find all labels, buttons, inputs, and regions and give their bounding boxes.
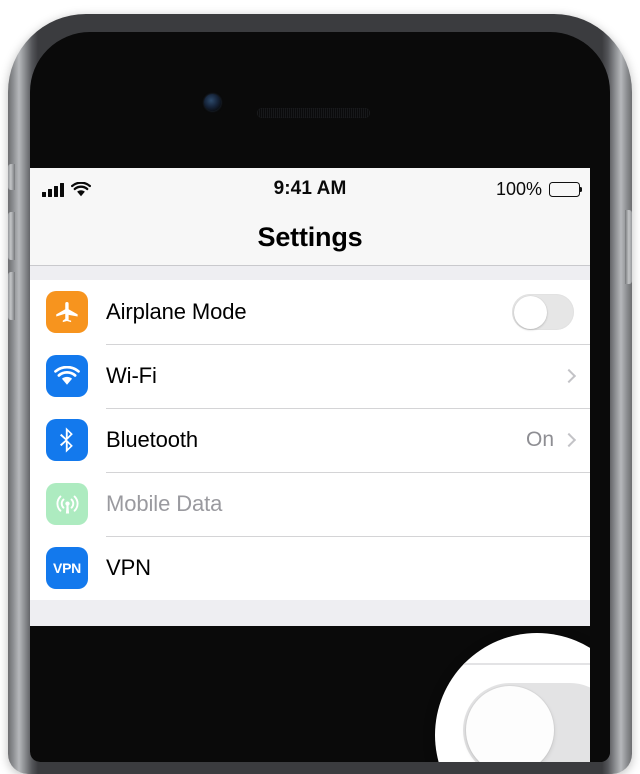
- bluetooth-status-value: On: [525, 428, 554, 451]
- settings-row-wifi[interactable]: Wi-Fi: [30, 344, 590, 408]
- iphone-device-frame: 9:41 AM 100% Settings Airplane Mode Wi-F…: [8, 14, 632, 774]
- settings-row-label: Bluetooth: [106, 427, 199, 452]
- chevron-right-icon: [561, 368, 577, 384]
- airplane-mode-toggle[interactable]: [512, 294, 574, 330]
- settings-group-connectivity: Airplane Mode Wi-Fi Bluetooth On Mobile …: [30, 280, 590, 600]
- magnified-toggle-knob: [466, 686, 554, 762]
- list-top-gap: [30, 266, 590, 280]
- settings-row-bluetooth[interactable]: Bluetooth On: [30, 408, 590, 472]
- settings-row-accessory: [512, 294, 574, 330]
- settings-row-label: Mobile Data: [106, 491, 223, 516]
- power-button[interactable]: [625, 210, 632, 284]
- vpn-icon-text: VPN: [53, 560, 81, 576]
- bluetooth-icon: [46, 419, 88, 461]
- battery-percent-label: 100%: [495, 178, 542, 199]
- front-camera-icon: [204, 94, 221, 111]
- status-bar-right: 100%: [495, 178, 583, 200]
- loupe-separator-top: [459, 663, 590, 665]
- settings-row-airplane-mode[interactable]: Airplane Mode: [30, 280, 590, 344]
- status-bar: 9:41 AM 100%: [30, 168, 590, 210]
- wifi-icon: [46, 355, 88, 397]
- cellular-antenna-icon: [46, 483, 88, 525]
- settings-row-vpn[interactable]: VPN VPN: [30, 536, 590, 600]
- settings-row-accessory: On: [525, 428, 577, 452]
- volume-down-button[interactable]: [8, 272, 15, 320]
- vpn-icon: VPN: [46, 547, 88, 589]
- settings-row-mobile-data[interactable]: Mobile Data: [30, 472, 590, 536]
- airplane-icon: [46, 291, 88, 333]
- volume-up-button[interactable]: [8, 212, 15, 260]
- settings-row-label: Wi-Fi: [106, 363, 157, 388]
- toggle-knob: [513, 295, 547, 329]
- magnified-airplane-mode-toggle[interactable]: [463, 683, 590, 762]
- settings-row-label: VPN: [106, 555, 151, 580]
- device-screen-bezel: 9:41 AM 100% Settings Airplane Mode Wi-F…: [30, 32, 610, 762]
- chevron-right-icon: [561, 432, 577, 448]
- navigation-bar: Settings: [30, 210, 590, 266]
- battery-full-icon: [549, 181, 583, 197]
- silent-switch-button[interactable]: [8, 164, 15, 190]
- earpiece-speaker-icon: [257, 108, 370, 118]
- settings-row-label: Airplane Mode: [106, 299, 247, 324]
- settings-row-accessory: [561, 368, 577, 384]
- page-title: Settings: [257, 222, 363, 252]
